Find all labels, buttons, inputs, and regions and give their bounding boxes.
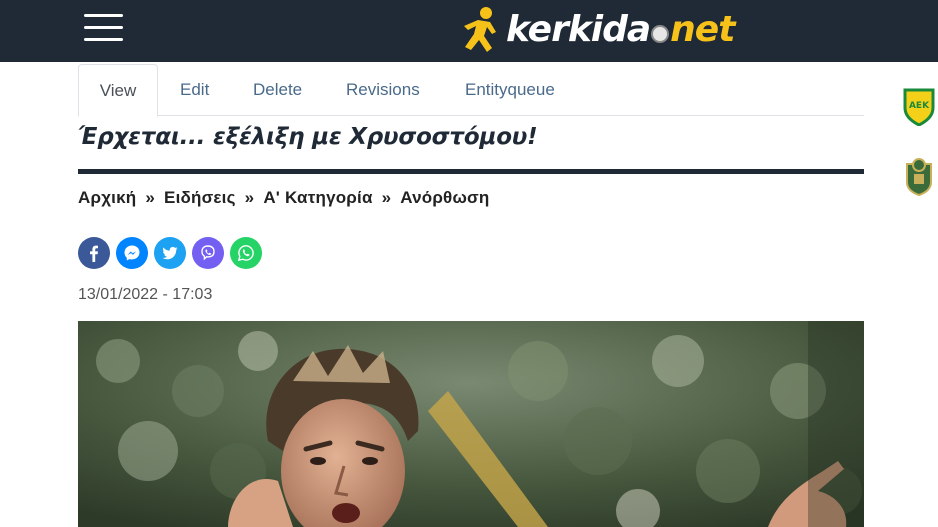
article-hero-image[interactable] [78,321,864,527]
article-headline: Έρχεται... εξέλιξη με Χρυσοστόμου! [78,124,538,150]
breadcrumb-separator: » [145,188,156,207]
omonia-crest-icon[interactable] [901,156,937,197]
facebook-icon [90,245,98,262]
logo-text-net: net [670,9,735,50]
breadcrumb-news[interactable]: Ειδήσεις [164,188,236,207]
whatsapp-share-button[interactable] [230,237,262,269]
facebook-share-button[interactable] [78,237,110,269]
football-icon [651,25,670,43]
aek-crest-icon[interactable]: AEK [901,86,937,127]
messenger-share-button[interactable] [116,237,148,269]
article-date: 13/01/2022 - 17:03 [78,286,213,303]
breadcrumb: Αρχική » Ειδήσεις » Α' Κατηγορία » Ανόρθωση [78,188,489,208]
tab-delete[interactable]: Delete [253,64,302,116]
headline-divider [78,169,864,174]
footballer-logo-icon [464,7,496,52]
tab-revisions[interactable]: Revisions [346,64,420,116]
logo-text-kerkida: kerkida [506,9,651,50]
tab-edit[interactable]: Edit [180,64,209,116]
breadcrumb-first-division[interactable]: Α' Κατηγορία [263,188,372,207]
breadcrumb-separator: » [244,188,255,207]
viber-icon [201,245,215,261]
twitter-icon [162,246,178,260]
tab-entityqueue[interactable]: Entityqueue [465,64,555,116]
twitter-share-button[interactable] [154,237,186,269]
site-logo[interactable]: kerkida net [456,4,756,58]
player-photo [78,321,864,527]
svg-text:AEK: AEK [909,101,930,111]
whatsapp-icon [237,245,254,262]
breadcrumb-home[interactable]: Αρχική [78,188,136,207]
tab-view[interactable]: View [78,64,158,117]
breadcrumb-anorthosis[interactable]: Ανόρθωση [400,188,489,207]
messenger-icon [124,245,140,261]
hamburger-menu-icon[interactable] [84,12,124,44]
top-navbar: kerkida net [0,0,938,62]
admin-tabs: View Edit Delete Revisions Entityqueue [78,64,864,117]
viber-share-button[interactable] [192,237,224,269]
breadcrumb-separator: » [381,188,392,207]
